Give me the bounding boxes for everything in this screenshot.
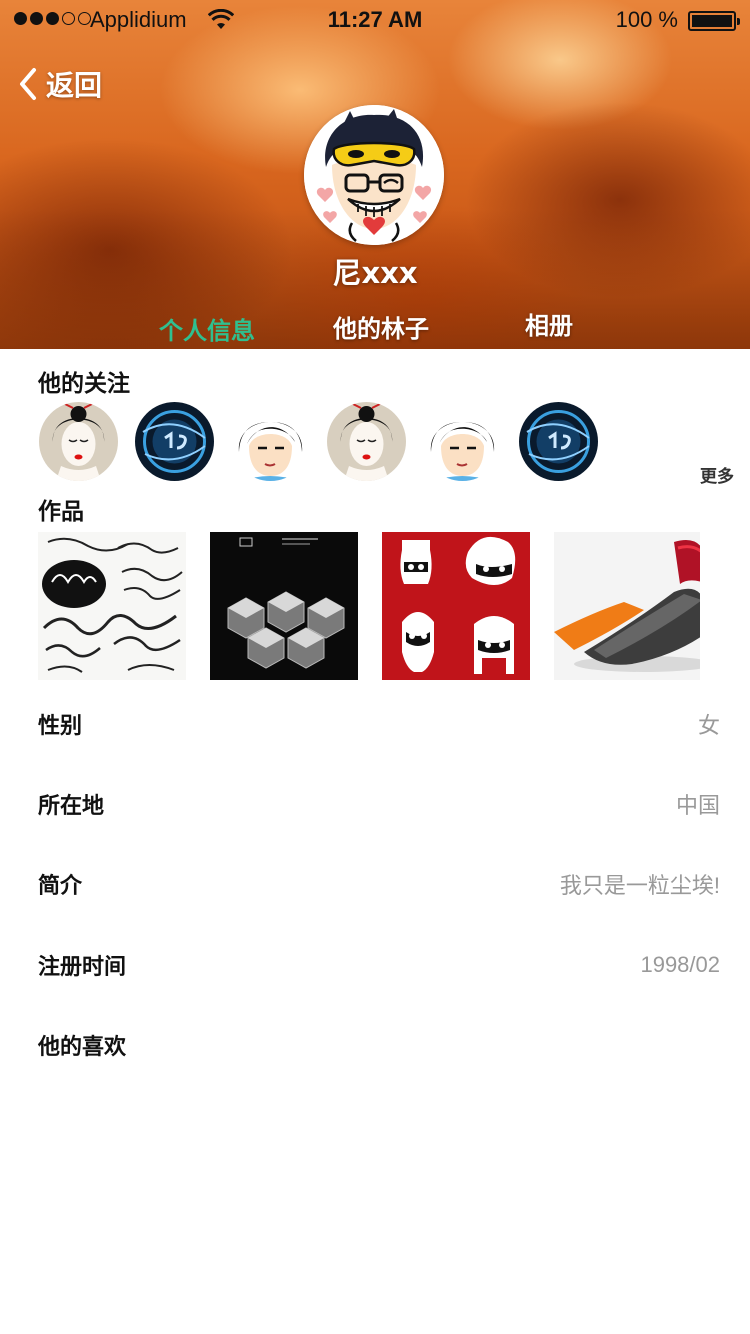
girl-cartoon-avatar-icon [423, 402, 502, 481]
info-label: 性别 [38, 714, 83, 739]
blue-globe-avatar-icon [519, 402, 598, 481]
info-label: 注册时间 [38, 955, 127, 980]
battery-percentage: 100 % [615, 7, 678, 32]
status-bar: Applidium 11:27 AM 100 % [0, 0, 750, 40]
following-avatar-3[interactable] [231, 402, 310, 481]
tab-personal-info[interactable]: 个人信息 [159, 311, 255, 346]
back-button[interactable]: 返回 [18, 64, 102, 104]
red-masks-artwork-icon [382, 532, 530, 680]
tab-album[interactable]: 相册 [525, 306, 573, 341]
info-row-bio: 简介 我只是一粒尘埃! [38, 864, 720, 904]
works-section-title: 作品 [38, 499, 84, 525]
chevron-left-icon [20, 68, 36, 100]
cartoon-masked-boy-avatar-icon [304, 105, 444, 245]
info-value: 女 [697, 713, 720, 738]
info-value: 1998/02 [640, 952, 720, 977]
work-item-3[interactable] [382, 532, 530, 680]
following-avatar-4[interactable] [327, 402, 406, 481]
following-avatar-6[interactable] [519, 402, 598, 481]
info-value: 中国 [675, 793, 720, 818]
geisha-avatar-icon [327, 402, 406, 481]
blue-globe-avatar-icon [135, 402, 214, 481]
following-more-link[interactable]: 更多 [700, 462, 734, 487]
profile-name: 尼xxx [332, 256, 418, 290]
info-row-register-time: 注册时间 1998/02 [38, 945, 720, 985]
work-item-2[interactable] [210, 532, 358, 680]
profile-tabs: 个人信息 他的林子 相册 [0, 305, 750, 345]
info-value: 我只是一粒尘埃! [559, 873, 720, 898]
works-gallery [38, 532, 700, 680]
girl-cartoon-avatar-icon [231, 402, 310, 481]
info-row-gender: 性别 女 [38, 704, 720, 744]
following-avatar-2[interactable] [135, 402, 214, 481]
profile-avatar[interactable] [304, 105, 444, 245]
following-avatar-1[interactable] [39, 402, 118, 481]
following-avatar-5[interactable] [423, 402, 502, 481]
info-label: 简介 [38, 874, 83, 899]
tab-his-forest[interactable]: 他的林子 [333, 309, 429, 344]
info-row-location: 所在地 中国 [38, 784, 720, 824]
cube-font-poster-artwork-icon [210, 532, 358, 680]
geisha-avatar-icon [39, 402, 118, 481]
work-item-4[interactable] [554, 532, 700, 680]
work-item-1[interactable] [38, 532, 186, 680]
christmas-lettering-artwork-icon [38, 532, 186, 680]
info-row-likes[interactable]: 他的喜欢 [38, 1025, 720, 1065]
info-label: 他的喜欢 [38, 1035, 127, 1060]
battery-icon [688, 11, 740, 31]
following-section-title: 他的关注 [38, 371, 130, 397]
back-label: 返回 [46, 69, 103, 102]
following-avatar-list [39, 402, 598, 481]
3d-shoe-render-artwork-icon [554, 532, 700, 680]
info-label: 所在地 [38, 794, 105, 819]
